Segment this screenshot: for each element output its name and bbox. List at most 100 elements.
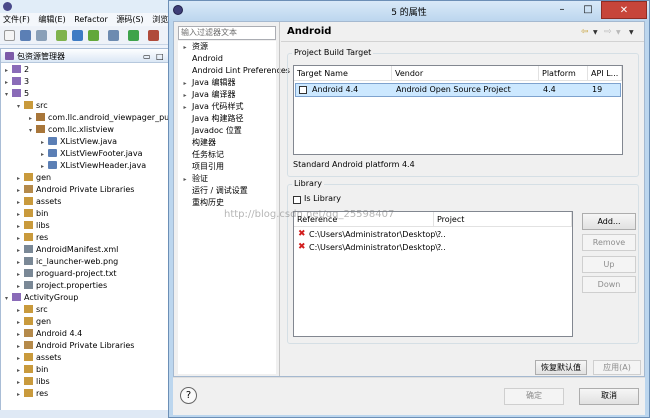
tree-item-label: res bbox=[36, 233, 49, 242]
avd-icon[interactable] bbox=[72, 30, 83, 41]
android-sdk-icon[interactable] bbox=[56, 30, 67, 41]
ok-button[interactable]: 确定 bbox=[504, 388, 564, 405]
menu-refactor[interactable]: Refactor bbox=[71, 13, 111, 26]
tree-item[interactable]: ▸ bin bbox=[17, 208, 48, 220]
new-icon[interactable] bbox=[4, 30, 15, 41]
forward-dropdown-icon[interactable]: ▼ bbox=[616, 29, 621, 36]
back-dropdown-icon[interactable]: ▼ bbox=[593, 29, 598, 36]
expanded-twistie-icon[interactable]: ▾ bbox=[17, 101, 24, 113]
tree-item[interactable]: ▸ XListView.java bbox=[41, 136, 117, 148]
forward-arrow-icon[interactable]: ⇨ bbox=[604, 27, 612, 37]
nav-item[interactable]: ▸ 验证 bbox=[178, 173, 276, 185]
tree-item[interactable]: ▸ libs bbox=[17, 220, 50, 232]
tree-item[interactable]: ▸ project.properties bbox=[17, 280, 107, 292]
cancel-button[interactable]: 取消 bbox=[579, 388, 639, 405]
is-library-label[interactable]: Is Library bbox=[304, 194, 341, 203]
minimize-view-icon[interactable]: ▭ bbox=[143, 52, 151, 61]
nav-item[interactable]: Java 构建路径 bbox=[178, 113, 276, 125]
tree-item[interactable]: ▸ ic_launcher-web.png bbox=[17, 256, 118, 268]
column-project[interactable]: Project bbox=[434, 212, 572, 227]
column-platform[interactable]: Platform bbox=[539, 66, 588, 81]
tree-item[interactable]: ▸ gen bbox=[17, 172, 51, 184]
tree-item[interactable]: ▸ Android 4.4 bbox=[17, 328, 82, 340]
tree-item[interactable]: ▸ AndroidManifest.xml bbox=[17, 244, 118, 256]
is-library-checkbox[interactable] bbox=[293, 196, 301, 204]
table-row[interactable]: Android 4.4 Android Open Source Project … bbox=[295, 83, 621, 97]
tree-item[interactable]: ▸ XListViewHeader.java bbox=[41, 160, 146, 172]
column-api-level[interactable]: API L... bbox=[588, 66, 622, 81]
expanded-twistie-icon[interactable]: ▾ bbox=[29, 125, 36, 137]
tree-item[interactable]: ▸ gen bbox=[17, 316, 51, 328]
tree-item[interactable]: ▸ res bbox=[17, 232, 48, 244]
tree-item[interactable]: ▸ assets bbox=[17, 352, 61, 364]
tree-item[interactable]: ▸ Android Private Libraries bbox=[17, 184, 134, 196]
tree-item[interactable]: ▸ assets bbox=[17, 196, 61, 208]
view-menu-icon[interactable]: ▼ bbox=[629, 29, 634, 36]
menu-file[interactable]: 文件(F) bbox=[0, 13, 33, 26]
run-icon[interactable] bbox=[128, 30, 139, 41]
lint-icon[interactable] bbox=[88, 30, 99, 41]
maximize-view-icon[interactable]: □ bbox=[156, 52, 164, 61]
reference-project: ? bbox=[437, 243, 442, 252]
library-icon bbox=[24, 341, 33, 349]
debug-icon[interactable] bbox=[108, 30, 119, 41]
nav-item[interactable]: Android Lint Preferences bbox=[178, 65, 290, 77]
add-button[interactable]: Add... bbox=[582, 213, 636, 230]
java-icon bbox=[48, 137, 57, 145]
down-button[interactable]: Down bbox=[582, 276, 636, 293]
table-row[interactable]: ✖ C:\Users\Administrator\Desktop\... ? bbox=[295, 229, 571, 241]
print-icon[interactable] bbox=[36, 30, 47, 41]
nav-item[interactable]: ▸ Java 编译器 bbox=[178, 89, 276, 101]
external-tools-icon[interactable] bbox=[148, 30, 159, 41]
tree-item[interactable]: ▾ src bbox=[17, 100, 48, 112]
menu-source[interactable]: 源码(S) bbox=[113, 13, 146, 26]
build-target-table: Target Name Vendor Platform API L... And… bbox=[293, 65, 623, 155]
minimize-button[interactable]: – bbox=[549, 1, 575, 19]
column-vendor[interactable]: Vendor bbox=[392, 66, 539, 81]
nav-item[interactable]: 重构历史 bbox=[178, 197, 276, 209]
tree-item[interactable]: ▸ src bbox=[17, 304, 48, 316]
table-row[interactable]: ✖ C:\Users\Administrator\Desktop\... ? bbox=[295, 242, 571, 254]
help-button[interactable]: ? bbox=[180, 387, 197, 404]
tree-item[interactable]: ▾ ActivityGroup bbox=[5, 292, 78, 304]
nav-item[interactable]: 任务标记 bbox=[178, 149, 276, 161]
nav-item[interactable]: 构建器 bbox=[178, 137, 276, 149]
nav-item[interactable]: ▸ Java 代码样式 bbox=[178, 101, 276, 113]
tree-item[interactable]: ▾ com.llc.xlistview bbox=[29, 124, 114, 136]
nav-separator[interactable] bbox=[279, 22, 280, 376]
tree-item[interactable]: ▸ XListViewFooter.java bbox=[41, 148, 142, 160]
nav-item-label: 重构历史 bbox=[192, 198, 224, 207]
nav-item[interactable]: Android bbox=[178, 53, 276, 65]
expanded-twistie-icon[interactable]: ▾ bbox=[5, 293, 12, 305]
tree-item[interactable]: ▸ 3 bbox=[5, 76, 29, 88]
tree-item[interactable]: ▸ 2 bbox=[5, 64, 29, 76]
nav-item[interactable]: 运行 / 调试设置 bbox=[178, 185, 276, 197]
tree-item[interactable]: ▸ Android Private Libraries bbox=[17, 340, 134, 352]
up-button[interactable]: Up bbox=[582, 256, 636, 273]
tree-item[interactable]: ▾ 5 bbox=[5, 88, 29, 100]
restore-defaults-button[interactable]: 恢复默认值(D) bbox=[535, 360, 587, 385]
tree-item[interactable]: ▸ res bbox=[17, 388, 48, 400]
collapsed-twistie-icon[interactable]: ▸ bbox=[17, 389, 24, 401]
tree-item[interactable]: ▸ com.llc.android_viewpager_pullre bbox=[29, 112, 182, 124]
back-arrow-icon[interactable]: ⇦ bbox=[581, 27, 589, 37]
apply-button[interactable]: 应用(A) bbox=[593, 360, 641, 375]
nav-item[interactable]: ▸ Java 编辑器 bbox=[178, 77, 276, 89]
menu-edit[interactable]: 编辑(E) bbox=[35, 13, 68, 26]
close-button[interactable]: ✕ bbox=[601, 1, 647, 19]
nav-item[interactable]: Javadoc 位置 bbox=[178, 125, 276, 137]
expanded-twistie-icon[interactable]: ▾ bbox=[5, 89, 12, 101]
remove-button[interactable]: Remove bbox=[582, 234, 636, 251]
tree-item[interactable]: ▸ proguard-project.txt bbox=[17, 268, 117, 280]
maximize-button[interactable]: □ bbox=[575, 1, 601, 19]
save-icon[interactable] bbox=[20, 30, 31, 41]
filter-input[interactable]: 输入过滤器文本 bbox=[178, 26, 276, 40]
reference-path: C:\Users\Administrator\Desktop\... bbox=[309, 243, 446, 252]
tree-item[interactable]: ▸ libs bbox=[17, 376, 50, 388]
tree-item[interactable]: ▸ bin bbox=[17, 364, 48, 376]
nav-item[interactable]: ▸ 资源 bbox=[178, 41, 276, 53]
target-checkbox[interactable] bbox=[299, 86, 307, 94]
project-icon bbox=[12, 293, 21, 301]
nav-item[interactable]: 项目引用 bbox=[178, 161, 276, 173]
column-target-name[interactable]: Target Name bbox=[294, 66, 392, 81]
